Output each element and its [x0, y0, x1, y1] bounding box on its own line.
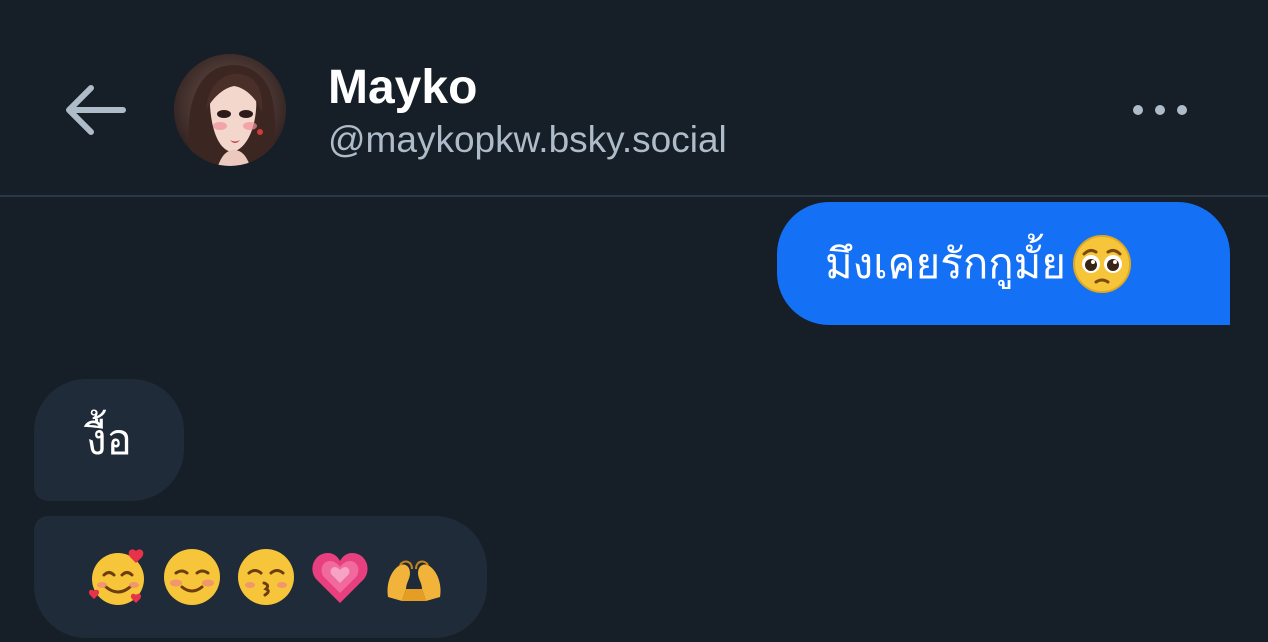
- more-options-button[interactable]: [1120, 84, 1200, 136]
- kissing-face-smiling-eyes-emoji: [238, 549, 294, 605]
- message-text: มึงเคยรักกูมั้ย: [825, 238, 1066, 288]
- smiling-face-emoji: [164, 549, 220, 605]
- message-text: งื้อ: [86, 415, 132, 464]
- contact-display-name: Mayko: [328, 61, 478, 114]
- ellipsis-icon: [1133, 105, 1187, 115]
- conversation-header: Mayko @maykopkw.bsky.social: [0, 0, 1268, 197]
- arrow-left-icon: [66, 85, 126, 135]
- pleading-face-emoji: [1072, 234, 1131, 293]
- smiling-face-with-hearts-emoji: [88, 549, 144, 605]
- back-button[interactable]: [56, 78, 132, 142]
- contact-handle: @maykopkw.bsky.social: [328, 119, 727, 160]
- emoji-row: [86, 545, 446, 609]
- chat-screen: Mayko @maykopkw.bsky.social มึงเคยรักกูม…: [0, 0, 1268, 642]
- profile-avatar-image: [174, 54, 286, 166]
- heart-hands-emoji: [387, 560, 441, 601]
- growing-heart-emoji: [312, 553, 368, 603]
- message-bubble-received[interactable]: งื้อ: [34, 379, 184, 501]
- message-bubble-received[interactable]: [34, 516, 487, 638]
- message-bubble-sent[interactable]: มึงเคยรักกูมั้ย: [777, 202, 1230, 325]
- avatar[interactable]: [174, 54, 286, 166]
